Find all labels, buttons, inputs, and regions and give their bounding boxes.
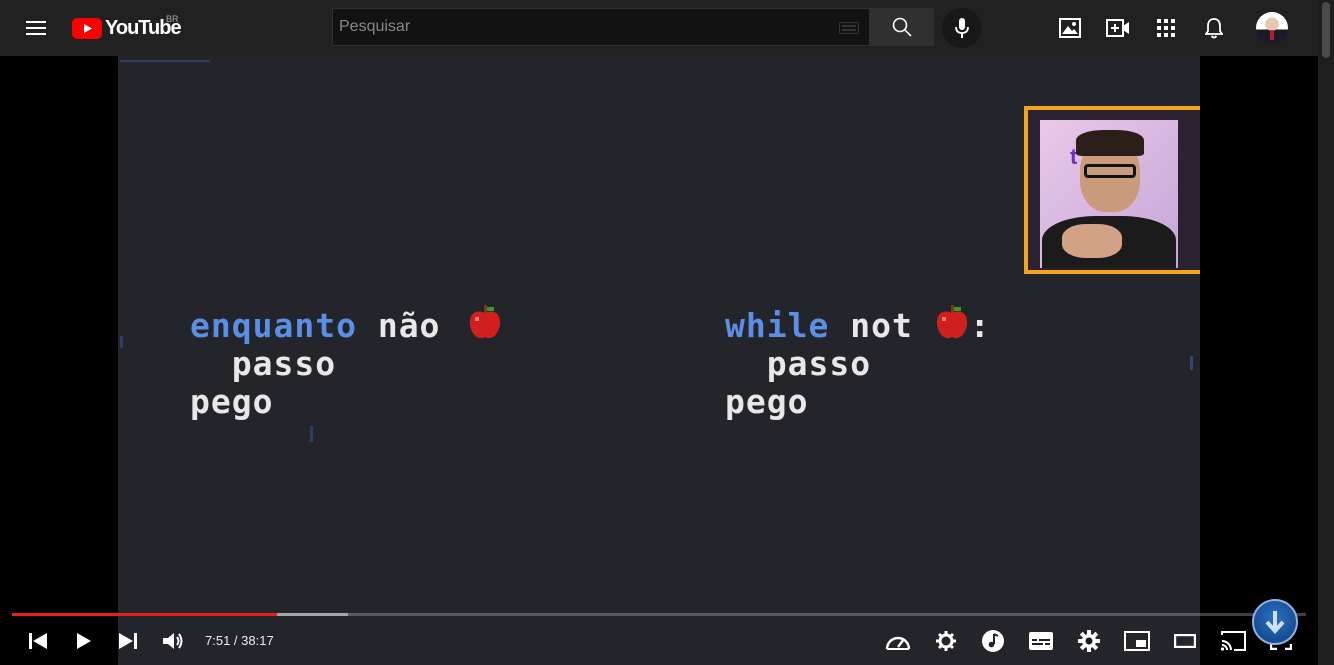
code-en-line-3: pego (725, 382, 809, 421)
create-video-icon (1106, 19, 1129, 37)
apple-icon (470, 304, 501, 338)
search-input[interactable] (333, 17, 831, 37)
playback-speed-icon (885, 636, 911, 650)
pixel-decoration (310, 426, 313, 442)
subtitles-icon (1029, 632, 1053, 650)
next-icon (119, 633, 137, 649)
video-player[interactable]: enquanto não passo pego while not : pass… (118, 56, 1200, 665)
account-avatar[interactable] (1256, 12, 1288, 44)
keyboard-icon[interactable] (839, 22, 859, 34)
voice-search-button[interactable] (942, 8, 982, 48)
code-pt-line-1: enquanto não (190, 304, 503, 345)
apps-icon (1157, 19, 1175, 37)
settings-icon (1078, 630, 1100, 652)
play-button[interactable] (66, 624, 102, 658)
progress-played (12, 613, 278, 616)
time-separator: / (230, 633, 242, 648)
pixel-decoration (120, 336, 123, 348)
create-post-icon (1059, 18, 1081, 38)
presenter-glasses (1084, 164, 1136, 178)
miniplayer-button[interactable] (1119, 624, 1155, 658)
volume-icon (163, 633, 183, 649)
cast-icon (1220, 631, 1246, 651)
download-arrow-icon (1265, 611, 1285, 635)
presenter-hand (1062, 224, 1122, 258)
apple-icon (936, 304, 967, 338)
autoplay-settings-button[interactable] (928, 624, 964, 658)
miniplayer-icon (1124, 631, 1150, 651)
search-button[interactable] (870, 8, 934, 46)
subtitles-button[interactable] (1023, 624, 1059, 658)
youtube-play-logo-icon (72, 17, 102, 39)
theater-mode-icon (1174, 634, 1196, 648)
previous-button[interactable] (20, 624, 56, 658)
download-overlay-button[interactable] (1252, 599, 1298, 645)
settings-button[interactable] (1071, 624, 1107, 658)
code-pt-rest: não (356, 306, 462, 345)
theater-mode-button[interactable] (1167, 624, 1203, 658)
volume-button[interactable] (156, 624, 192, 658)
top-bar: YouTube BR (0, 0, 1318, 56)
create-post-button[interactable] (1050, 8, 1090, 48)
cast-button[interactable] (1215, 624, 1251, 658)
pixel-decoration (1190, 356, 1193, 370)
apps-button[interactable] (1146, 8, 1186, 48)
presenter-hair (1076, 130, 1144, 156)
code-en-line-2: passo (725, 344, 872, 383)
music-button[interactable] (975, 624, 1011, 658)
code-en-line-1: while not : (725, 304, 991, 345)
time-display: 7:51 / 38:17 (205, 633, 274, 648)
menu-icon[interactable] (16, 8, 56, 48)
scrollbar-thumb[interactable] (1322, 2, 1330, 58)
country-code: BR (166, 14, 179, 24)
mic-icon (955, 18, 969, 38)
code-pt-keyword: enquanto (190, 306, 357, 345)
music-icon (982, 630, 1004, 652)
notifications-button[interactable] (1194, 8, 1234, 48)
code-pt-line-3: pego (190, 382, 274, 421)
code-en-rest: not (829, 306, 934, 345)
webcam-video: t t (1040, 120, 1178, 268)
code-en-keyword: while (725, 306, 830, 345)
duration: 38:17 (241, 633, 274, 648)
youtube-logo[interactable]: YouTube (72, 16, 182, 40)
previous-icon (29, 633, 47, 649)
next-button[interactable] (110, 624, 146, 658)
autoplay-settings-icon (936, 631, 956, 651)
search-icon (892, 17, 912, 37)
current-time: 7:51 (205, 633, 231, 648)
play-icon (77, 633, 91, 649)
progress-bar[interactable] (12, 613, 1306, 616)
playback-speed-button[interactable] (880, 624, 916, 658)
notifications-icon (1205, 18, 1223, 39)
search-box (332, 8, 870, 46)
code-pt-line-2: passo (190, 344, 337, 383)
page-scrollbar[interactable] (1318, 0, 1334, 665)
code-en-colon: : (969, 306, 991, 345)
create-video-button[interactable] (1098, 8, 1138, 48)
pixel-decoration (120, 60, 210, 62)
webcam-overlay: t t (1024, 106, 1200, 274)
